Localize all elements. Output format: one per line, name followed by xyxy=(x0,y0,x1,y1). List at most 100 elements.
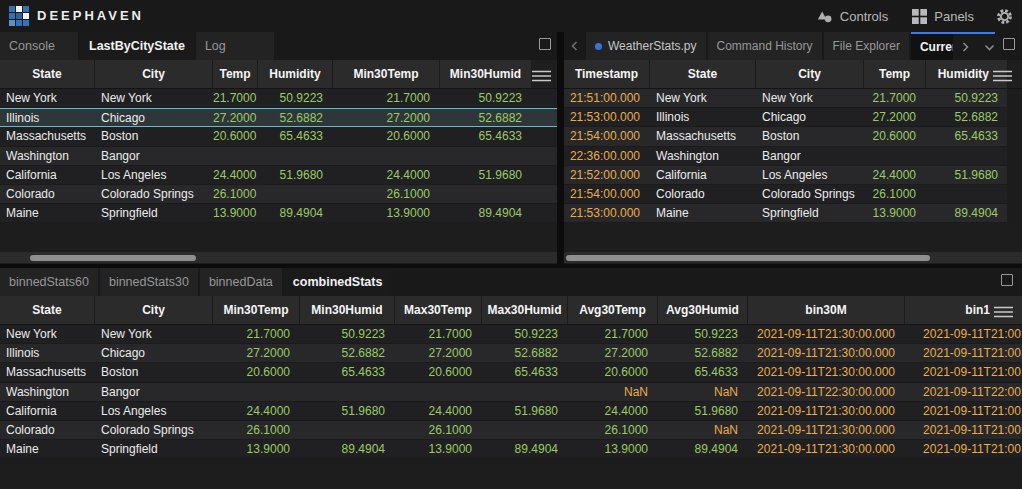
maximize-icon[interactable] xyxy=(1003,38,1015,50)
column-header-city[interactable]: City xyxy=(95,296,213,324)
table-row[interactable]: 21:53:00.000MaineSpringfield13.900089.49… xyxy=(564,204,1022,223)
h-scrollbar-thumb[interactable] xyxy=(30,255,196,261)
tab-lastbycitystate[interactable]: LastByCityState xyxy=(80,32,196,60)
table-row[interactable]: 21:53:00.000IllinoisChicago27.200052.688… xyxy=(564,108,1022,127)
column-header-city[interactable]: City xyxy=(756,60,864,88)
tab-label: binnedData xyxy=(209,268,273,296)
column-header-bin30m[interactable]: bin30M xyxy=(748,296,905,324)
panel-top-right: WeatherStats.pyCommand HistoryFile Explo… xyxy=(564,32,1022,264)
cell xyxy=(213,147,258,165)
tab-weatherstats-py[interactable]: WeatherStats.py xyxy=(586,32,708,60)
column-header-temp[interactable]: Temp xyxy=(213,60,258,88)
cell: 2021-09-11T21:30:00.000 xyxy=(748,402,905,420)
column-header-min30humid[interactable]: Min30Humid xyxy=(440,60,532,88)
tab-combinedstats[interactable]: combinedStats xyxy=(284,268,394,296)
table-row[interactable]: WashingtonBangorNaNNaN2021-09-11T22:30:0… xyxy=(0,383,1022,402)
cell xyxy=(213,383,300,401)
cell: Colorado Springs xyxy=(95,185,213,203)
cell: 89.4904 xyxy=(926,204,1008,222)
cell: New York xyxy=(95,89,213,107)
cell: Washington xyxy=(0,383,95,401)
column-header-min30humid[interactable]: Min30Humid xyxy=(300,296,395,324)
cell: 13.9000 xyxy=(568,440,658,458)
table-row[interactable]: 21:54:00.000MassachusettsBoston20.600065… xyxy=(564,127,1022,146)
table-row[interactable]: 21:54:00.000ColoradoColorado Springs26.1… xyxy=(564,185,1022,204)
table-row[interactable]: MassachusettsBoston20.600065.463320.6000… xyxy=(0,127,557,146)
cell: Boston xyxy=(756,127,864,145)
tab-command-history[interactable]: Command History xyxy=(708,32,824,60)
cell: Los Angeles xyxy=(95,166,213,184)
cell: New York xyxy=(0,89,95,107)
table-row[interactable]: MaineSpringfield13.900089.490413.900089.… xyxy=(0,440,1022,459)
h-scrollbar[interactable] xyxy=(564,252,1022,263)
table-row[interactable]: IllinoisChicago27.200052.688227.200052.6… xyxy=(0,344,1022,363)
cell: 52.6882 xyxy=(440,109,532,126)
cell: 51.9680 xyxy=(482,402,568,420)
cell: 65.4633 xyxy=(658,363,748,381)
app-header: DEEPHAVEN Controls Panels xyxy=(0,0,1022,32)
table-row[interactable]: WashingtonBangor xyxy=(0,147,557,166)
column-header-humidity[interactable]: Humidity xyxy=(258,60,333,88)
panels-button[interactable]: Panels xyxy=(912,9,974,24)
tab-binnedstats30[interactable]: binnedStats30 xyxy=(100,268,200,296)
cell xyxy=(926,147,1008,165)
controls-button[interactable]: Controls xyxy=(816,8,888,24)
table-menu-icon[interactable] xyxy=(532,68,551,86)
column-header-min30temp[interactable]: Min30Temp xyxy=(333,60,440,88)
table-row[interactable]: 21:51:00.000New YorkNew York21.700050.92… xyxy=(564,89,1022,108)
column-header-min30temp[interactable]: Min30Temp xyxy=(213,296,300,324)
cell: 50.9223 xyxy=(258,89,333,107)
cell: 2021-09-11T21:00:00.000 xyxy=(905,363,1022,381)
cell: 52.6882 xyxy=(300,344,395,362)
tab-log[interactable]: Log xyxy=(196,32,276,60)
column-header-state[interactable]: State xyxy=(650,60,756,88)
cell: 24.4000 xyxy=(568,402,658,420)
unsaved-changes-dot-icon xyxy=(595,43,602,50)
cell: NaN xyxy=(658,421,748,439)
cell xyxy=(440,147,532,165)
cell: 50.9223 xyxy=(440,89,532,107)
cell: 27.2000 xyxy=(213,109,258,126)
tab-console[interactable]: Console xyxy=(0,32,80,60)
column-header-max30temp[interactable]: Max30Temp xyxy=(395,296,482,324)
settings-gear-icon[interactable] xyxy=(995,7,1014,26)
table-menu-icon[interactable] xyxy=(993,68,1012,86)
column-header-state[interactable]: State xyxy=(0,60,95,88)
table-menu-icon[interactable] xyxy=(994,304,1013,322)
maximize-icon[interactable] xyxy=(1001,274,1013,286)
h-scrollbar-thumb[interactable] xyxy=(566,255,930,261)
tabs-scroll-left-icon[interactable] xyxy=(564,32,586,60)
tabs-overflow-icon[interactable] xyxy=(977,34,1001,60)
column-header-max30humid[interactable]: Max30Humid xyxy=(482,296,568,324)
cell: 89.4904 xyxy=(440,204,532,222)
tabs-scroll-right-icon[interactable] xyxy=(953,34,977,60)
tab-label: Log xyxy=(205,32,226,60)
cell: 2021-09-11T21:00:00.000 xyxy=(905,402,1022,420)
column-header-temp[interactable]: Temp xyxy=(864,60,926,88)
h-scrollbar[interactable] xyxy=(0,252,557,263)
table-row[interactable]: CaliforniaLos Angeles24.400051.968024.40… xyxy=(0,166,557,185)
table-row[interactable]: ColoradoColorado Springs26.100026.1000 xyxy=(0,185,557,204)
table-row[interactable]: IllinoisChicago27.200052.688227.200052.6… xyxy=(0,108,557,127)
cell: 27.2000 xyxy=(333,109,440,126)
cell: 2021-09-11T21:30:00.000 xyxy=(748,363,905,381)
tab-binnedstats60[interactable]: binnedStats60 xyxy=(0,268,100,296)
column-header-avg30humid[interactable]: Avg30Humid xyxy=(658,296,748,324)
column-header-avg30temp[interactable]: Avg30Temp xyxy=(568,296,658,324)
column-header-state[interactable]: State xyxy=(0,296,95,324)
table-row[interactable]: 22:36:00.000WashingtonBangor xyxy=(564,147,1022,166)
column-header-timestamp[interactable]: Timestamp xyxy=(564,60,650,88)
table-row[interactable]: New YorkNew York21.700050.922321.700050.… xyxy=(0,89,557,108)
tab-binneddata[interactable]: binnedData xyxy=(200,268,284,296)
table-row[interactable]: MaineSpringfield13.900089.490413.900089.… xyxy=(0,204,557,223)
table-row[interactable]: New YorkNew York21.700050.922321.700050.… xyxy=(0,325,1022,344)
cell: Maine xyxy=(0,440,95,458)
column-header-city[interactable]: City xyxy=(95,60,213,88)
table-row[interactable]: MassachusettsBoston20.600065.463320.6000… xyxy=(0,363,1022,382)
table-row[interactable]: 21:52:00.000CaliforniaLos Angeles24.4000… xyxy=(564,166,1022,185)
cell xyxy=(864,147,926,165)
maximize-icon[interactable] xyxy=(539,38,551,50)
table-row[interactable]: ColoradoColorado Springs26.100026.100026… xyxy=(0,421,1022,440)
tab-file-explorer[interactable]: File Explorer xyxy=(824,32,911,60)
table-row[interactable]: CaliforniaLos Angeles24.400051.968024.40… xyxy=(0,402,1022,421)
